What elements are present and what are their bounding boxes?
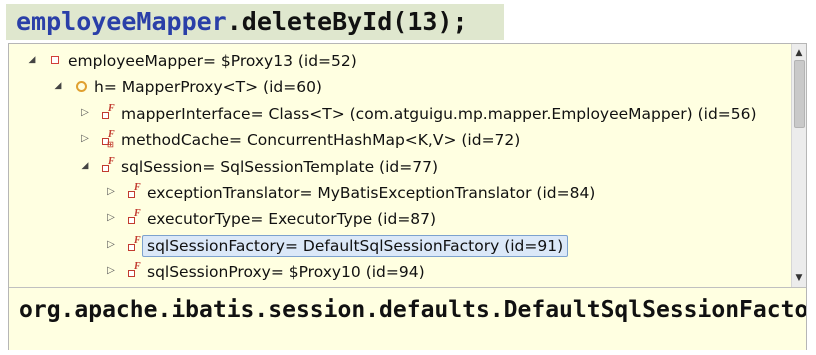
scrollbar-thumb[interactable] bbox=[794, 60, 805, 128]
code-line: employeeMapper.deleteById(13); bbox=[16, 6, 468, 38]
tree-row[interactable]: ◢ h= MapperProxy<T> (id=60) bbox=[9, 74, 792, 100]
tree-row[interactable]: ▷ FexecutorType= ExecutorType (id=87) bbox=[9, 206, 792, 232]
expand-toggle-icon[interactable]: ▷ bbox=[106, 212, 116, 224]
expand-toggle-icon[interactable]: ▷ bbox=[106, 186, 116, 198]
tree-row-label: sqlSessionProxy= $Proxy10 (id=94) bbox=[147, 263, 425, 282]
collapse-toggle-icon[interactable]: ◢ bbox=[80, 160, 90, 172]
expand-toggle-icon[interactable]: ▷ bbox=[80, 107, 90, 119]
protected-field-icon bbox=[74, 79, 88, 93]
final-field-icon: F bbox=[127, 208, 141, 225]
final-field-icon: F bbox=[127, 182, 141, 199]
expand-toggle-icon[interactable]: ▷ bbox=[106, 265, 116, 277]
final-collection-field-icon: F ⊞ bbox=[101, 129, 115, 149]
tree-row[interactable]: ▷ FexceptionTranslator= MyBatisExceptionT… bbox=[9, 180, 792, 206]
variable-tree: ◢ employeeMapper= $Proxy13 (id=52) ◢ h= Map… bbox=[9, 44, 792, 287]
tree-row[interactable]: ▷ FsqlSessionProxy= $Proxy10 (id=94) bbox=[9, 259, 792, 285]
variable-hover-panel: ◢ employeeMapper= $Proxy13 (id=52) ◢ h= Map… bbox=[8, 43, 807, 350]
expand-toggle-icon[interactable]: ▷ bbox=[106, 239, 116, 251]
value-detail-text: org.apache.ibatis.session.defaults.Defau… bbox=[19, 297, 806, 323]
tree-row[interactable]: ▷ FsqlSessionFactory= DefaultSqlSessionFa… bbox=[9, 233, 792, 259]
code-method-call: .deleteById(13); bbox=[226, 7, 468, 36]
tree-row-label: employeeMapper= $Proxy13 (id=52) bbox=[68, 52, 357, 70]
code-object: employeeMapper bbox=[16, 7, 227, 36]
tree-row-label: methodCache= ConcurrentHashMap<K,V> (id=… bbox=[121, 131, 521, 150]
final-field-icon: F bbox=[101, 103, 115, 120]
final-field-icon: F bbox=[127, 235, 141, 252]
scroll-down-icon[interactable]: ▼ bbox=[792, 271, 806, 285]
vertical-scrollbar[interactable]: ▲ ▼ bbox=[791, 44, 806, 287]
tree-row-label: exceptionTranslator= MyBatisExceptionTra… bbox=[147, 184, 596, 202]
local-variable-icon bbox=[48, 53, 62, 67]
collapse-toggle-icon[interactable]: ◢ bbox=[53, 80, 63, 92]
tree-row[interactable]: ▷ FmapperInterface= Class<T> (com.atguigu… bbox=[9, 101, 792, 127]
final-field-icon: F bbox=[101, 156, 115, 173]
scroll-up-icon[interactable]: ▲ bbox=[792, 46, 806, 60]
final-field-icon: F bbox=[127, 261, 141, 278]
tree-row-label: sqlSessionFactory= DefaultSqlSessionFact… bbox=[142, 234, 569, 257]
tree-row-label: mapperInterface= Class<T> (com.atguigu.m… bbox=[121, 104, 757, 123]
tree-row[interactable]: ▷ F ⊞ methodCache= ConcurrentHashMap<K,V> (… bbox=[9, 127, 792, 153]
tree-row[interactable]: ◢ FsqlSession= SqlSessionTemplate (id=77) bbox=[9, 154, 792, 180]
tree-row-label: executorType= ExecutorType (id=87) bbox=[147, 210, 437, 229]
expand-toggle-icon[interactable]: ▷ bbox=[80, 133, 90, 145]
tree-row[interactable]: ◢ employeeMapper= $Proxy13 (id=52) bbox=[9, 48, 792, 74]
tree-row-label: sqlSession= SqlSessionTemplate (id=77) bbox=[121, 157, 439, 176]
tree-row-label: h= MapperProxy<T> (id=60) bbox=[94, 78, 322, 97]
value-detail-pane[interactable]: org.apache.ibatis.session.defaults.Defau… bbox=[9, 287, 806, 350]
collapse-toggle-icon[interactable]: ◢ bbox=[27, 54, 37, 66]
